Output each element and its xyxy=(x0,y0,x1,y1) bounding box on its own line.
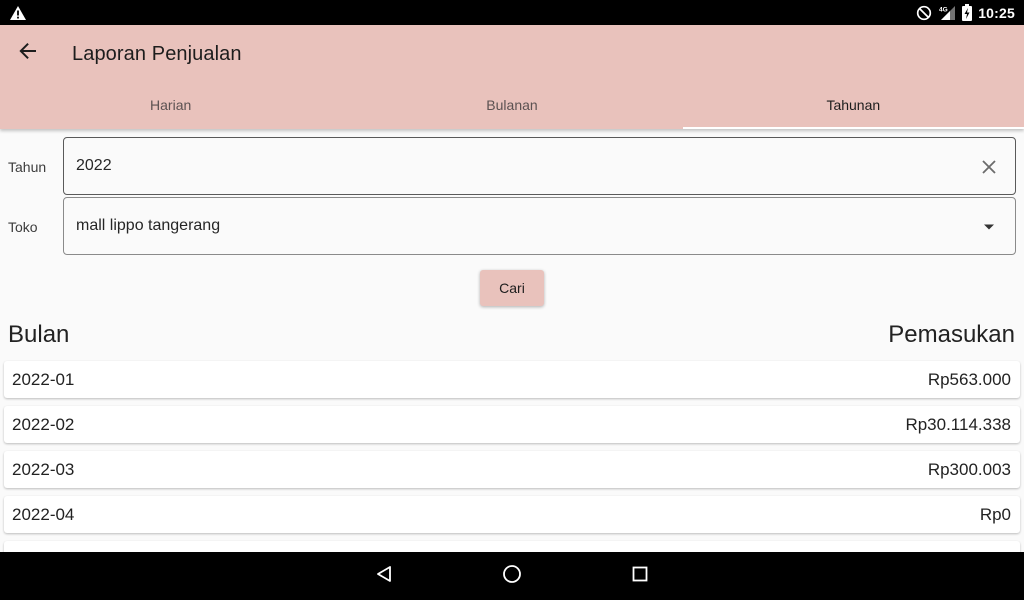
row-month: 2022-04 xyxy=(12,505,75,524)
home-circle-icon xyxy=(502,564,522,589)
clock: 10:25 xyxy=(978,4,1015,21)
page-title: Laporan Penjualan xyxy=(72,43,242,65)
app-bar: Laporan Penjualan Harian Bulanan Tahunan xyxy=(0,25,1024,129)
year-input[interactable]: 2022 xyxy=(63,137,1016,195)
year-input-value: 2022 xyxy=(76,157,112,174)
network-type-label: 4G xyxy=(939,6,948,13)
year-label: Tahun xyxy=(8,159,47,175)
row-month: 2022-03 xyxy=(12,460,75,479)
status-bar: 4G 10:25 xyxy=(0,0,1024,25)
arrow-back-icon xyxy=(18,41,38,66)
search-button[interactable]: Cari xyxy=(480,270,544,306)
table-row[interactable]: 2022-02 Rp30.114.338 xyxy=(4,406,1020,443)
store-select-value: mall lippo tangerang xyxy=(76,217,221,234)
store-row: Toko mall lippo tangerang xyxy=(0,197,1024,255)
alert-icon xyxy=(9,5,27,21)
signal-icon: 4G xyxy=(938,5,956,21)
tab-bulanan[interactable]: Bulanan xyxy=(341,81,682,129)
tab-harian[interactable]: Harian xyxy=(0,81,341,129)
column-header-income: Pemasukan xyxy=(888,321,1015,348)
row-month: 2022-02 xyxy=(12,415,75,434)
year-row: Tahun 2022 xyxy=(0,137,1024,195)
table-header: Bulan Pemasukan xyxy=(0,318,1024,352)
row-month: 2022-01 xyxy=(12,370,75,389)
clear-icon[interactable] xyxy=(977,155,1001,179)
system-nav-bar xyxy=(0,552,1024,600)
row-income: Rp563.000 xyxy=(927,370,1011,389)
nav-back-button[interactable] xyxy=(372,564,396,588)
table-row[interactable]: 2022-01 Rp563.000 xyxy=(4,361,1020,398)
store-label: Toko xyxy=(8,219,38,235)
battery-charging-icon xyxy=(962,4,973,21)
back-triangle-icon xyxy=(375,565,393,588)
dropdown-arrow-icon[interactable] xyxy=(977,215,1001,239)
table-row[interactable]: 2022-03 Rp300.003 xyxy=(4,451,1020,488)
table-row[interactable]: 2022-04 Rp0 xyxy=(4,496,1020,533)
do-not-disturb-icon xyxy=(916,5,932,21)
nav-recents-button[interactable] xyxy=(628,564,652,588)
back-button[interactable] xyxy=(12,37,44,69)
store-select[interactable]: mall lippo tangerang xyxy=(63,197,1016,255)
tab-bar: Harian Bulanan Tahunan xyxy=(0,81,1024,129)
nav-home-button[interactable] xyxy=(500,564,524,588)
row-income: Rp30.114.338 xyxy=(905,415,1011,434)
row-income: Rp0 xyxy=(979,505,1011,524)
recents-square-icon xyxy=(632,566,648,587)
tab-tahunan[interactable]: Tahunan xyxy=(682,81,1024,129)
column-header-month: Bulan xyxy=(8,321,70,348)
status-icons: 4G 10:25 xyxy=(916,0,1015,25)
row-income: Rp300.003 xyxy=(927,460,1011,479)
